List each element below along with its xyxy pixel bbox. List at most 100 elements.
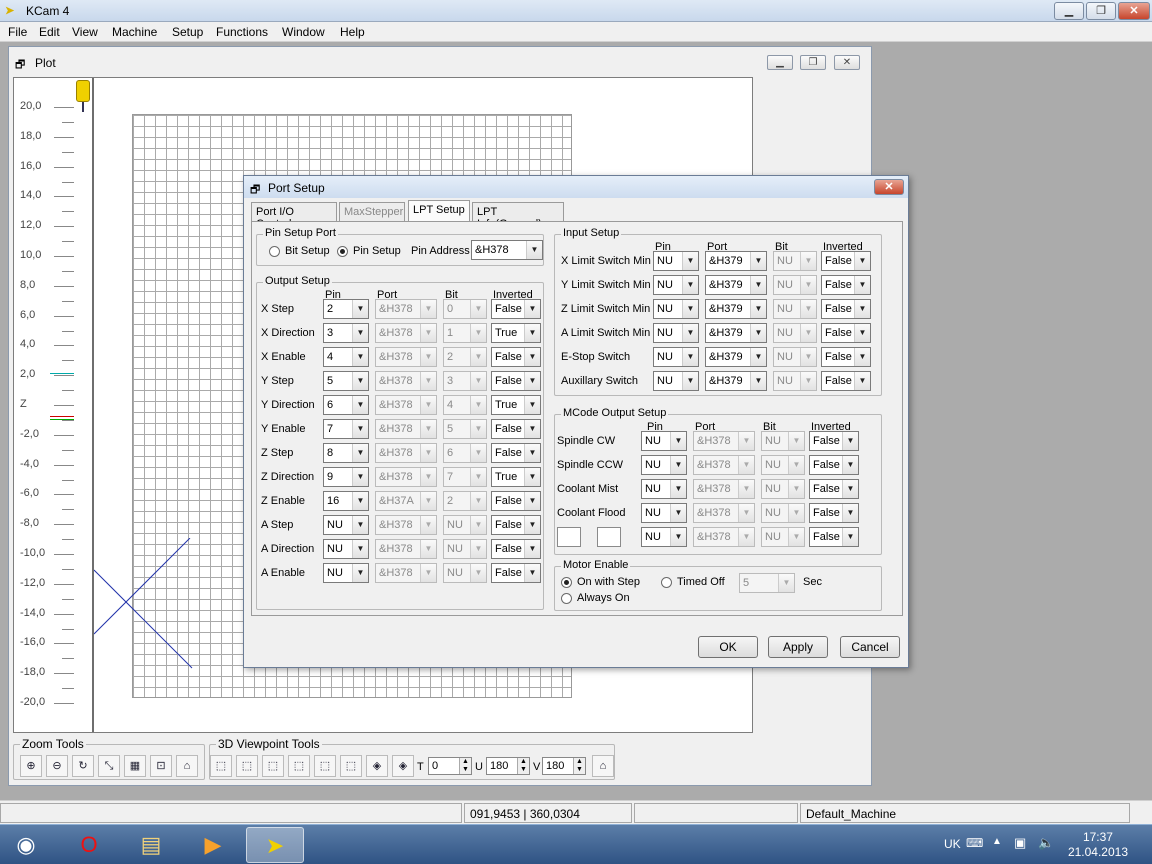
output-inverted-select[interactable]: False ▼	[491, 371, 541, 391]
input-pin-select[interactable]: NU ▼	[653, 323, 699, 343]
input-port-select[interactable]: &H379 ▼	[705, 323, 767, 343]
menu-view[interactable]: View	[72, 25, 98, 39]
input-bit-select[interactable]: NU ▼	[773, 347, 817, 367]
mcode-inverted-select[interactable]: False ▼	[809, 503, 859, 523]
output-pin-select[interactable]: NU ▼	[323, 539, 369, 559]
output-bit-select[interactable]: 4 ▼	[443, 395, 487, 415]
menu-functions[interactable]: Functions	[216, 25, 268, 39]
volume-icon[interactable]: 🔈	[1038, 835, 1054, 851]
minimize-button[interactable]: ▁	[1054, 2, 1084, 20]
output-bit-select[interactable]: 6 ▼	[443, 443, 487, 463]
keyboard-icon[interactable]: ⌨	[966, 836, 983, 850]
output-inverted-select[interactable]: True ▼	[491, 323, 541, 343]
mcode-pin-select[interactable]: NU ▼	[641, 455, 687, 475]
output-pin-select[interactable]: 4 ▼	[323, 347, 369, 367]
dialog-close-button[interactable]: ✕	[874, 179, 904, 195]
input-pin-select[interactable]: NU ▼	[653, 371, 699, 391]
input-inverted-select[interactable]: False ▼	[821, 347, 871, 367]
plot-minimize-button[interactable]: ▁	[767, 55, 793, 70]
output-bit-select[interactable]: NU ▼	[443, 563, 487, 583]
mcode-bit-select[interactable]: NU ▼	[761, 455, 805, 475]
zoom-out-icon[interactable]: ⊖	[46, 755, 68, 777]
mcode-custom-name-input[interactable]	[597, 527, 621, 547]
output-inverted-select[interactable]: False ▼	[491, 491, 541, 511]
output-pin-select[interactable]: 3 ▼	[323, 323, 369, 343]
input-inverted-select[interactable]: False ▼	[821, 323, 871, 343]
input-bit-select[interactable]: NU ▼	[773, 371, 817, 391]
input-port-select[interactable]: &H379 ▼	[705, 299, 767, 319]
view-bottom-icon[interactable]: ⬚	[340, 755, 362, 777]
mcode-port-select[interactable]: &H378 ▼	[693, 431, 755, 451]
output-port-select[interactable]: &H378 ▼	[375, 323, 437, 343]
menu-window[interactable]: Window	[282, 25, 325, 39]
output-inverted-select[interactable]: True ▼	[491, 467, 541, 487]
always-on-radio[interactable]	[561, 593, 572, 604]
output-port-select[interactable]: &H378 ▼	[375, 467, 437, 487]
mcode-bit-select[interactable]: NU ▼	[761, 503, 805, 523]
cancel-button[interactable]: Cancel	[840, 636, 900, 658]
menu-machine[interactable]: Machine	[112, 25, 157, 39]
output-port-select[interactable]: &H37A ▼	[375, 491, 437, 511]
plot-close-button[interactable]: ✕	[834, 55, 860, 70]
timed-off-radio[interactable]	[661, 577, 672, 588]
output-pin-select[interactable]: 6 ▼	[323, 395, 369, 415]
input-port-select[interactable]: &H379 ▼	[705, 251, 767, 271]
output-port-select[interactable]: &H378 ▼	[375, 299, 437, 319]
mcode-inverted-select[interactable]: False ▼	[809, 431, 859, 451]
output-port-select[interactable]: &H378 ▼	[375, 395, 437, 415]
on-with-step-radio[interactable]	[561, 577, 572, 588]
output-bit-select[interactable]: NU ▼	[443, 515, 487, 535]
input-bit-select[interactable]: NU ▼	[773, 323, 817, 343]
output-port-select[interactable]: &H378 ▼	[375, 347, 437, 367]
output-bit-select[interactable]: 2 ▼	[443, 347, 487, 367]
pin-address-select[interactable]: &H378 ▼	[471, 240, 543, 260]
start-button-icon[interactable]: ◉	[0, 827, 52, 863]
apply-button[interactable]: Apply	[768, 636, 828, 658]
input-pin-select[interactable]: NU ▼	[653, 275, 699, 295]
close-button[interactable]: ✕	[1118, 2, 1150, 20]
file-explorer-icon[interactable]: ▤	[122, 827, 180, 863]
mcode-inverted-select[interactable]: False ▼	[809, 455, 859, 475]
output-bit-select[interactable]: 0 ▼	[443, 299, 487, 319]
input-port-select[interactable]: &H379 ▼	[705, 371, 767, 391]
view-back-icon[interactable]: ⬚	[236, 755, 258, 777]
mcode-port-select[interactable]: &H378 ▼	[693, 503, 755, 523]
view-iso2-icon[interactable]: ◈	[392, 755, 414, 777]
input-bit-select[interactable]: NU ▼	[773, 251, 817, 271]
output-pin-select[interactable]: 8 ▼	[323, 443, 369, 463]
input-inverted-select[interactable]: False ▼	[821, 251, 871, 271]
tab-port-io-controls[interactable]: Port I/O Controls	[251, 202, 337, 230]
input-inverted-select[interactable]: False ▼	[821, 275, 871, 295]
input-pin-select[interactable]: NU ▼	[653, 299, 699, 319]
t-spinner[interactable]: 0 ▲ ▼	[428, 757, 472, 775]
tab-lpt-setup[interactable]: LPT Setup	[408, 200, 470, 222]
zoom-all-icon[interactable]: ▦	[124, 755, 146, 777]
output-bit-select[interactable]: 2 ▼	[443, 491, 487, 511]
view-right-icon[interactable]: ⬚	[288, 755, 310, 777]
zoom-rotate-icon[interactable]: ↻	[72, 755, 94, 777]
mcode-port-select[interactable]: &H378 ▼	[693, 479, 755, 499]
show-hidden-icons-icon[interactable]: ▲	[992, 836, 1002, 847]
input-port-select[interactable]: &H379 ▼	[705, 347, 767, 367]
output-inverted-select[interactable]: False ▼	[491, 443, 541, 463]
tool-marker-icon[interactable]	[76, 80, 90, 102]
input-bit-select[interactable]: NU ▼	[773, 299, 817, 319]
output-port-select[interactable]: &H378 ▼	[375, 443, 437, 463]
view-top-icon[interactable]: ⬚	[314, 755, 336, 777]
pin-setup-radio[interactable]	[337, 246, 348, 257]
zoom-in-icon[interactable]: ⊕	[20, 755, 42, 777]
tab-maxstepper[interactable]: MaxStepper	[339, 202, 405, 222]
output-pin-select[interactable]: NU ▼	[323, 515, 369, 535]
output-port-select[interactable]: &H378 ▼	[375, 563, 437, 583]
menu-help[interactable]: Help	[340, 25, 365, 39]
output-inverted-select[interactable]: False ▼	[491, 419, 541, 439]
menu-edit[interactable]: Edit	[39, 25, 60, 39]
input-inverted-select[interactable]: False ▼	[821, 371, 871, 391]
mcode-port-select[interactable]: &H378 ▼	[693, 527, 755, 547]
output-inverted-select[interactable]: False ▼	[491, 563, 541, 583]
output-pin-select[interactable]: 7 ▼	[323, 419, 369, 439]
output-pin-select[interactable]: 2 ▼	[323, 299, 369, 319]
plot-restore-button[interactable]: ❐	[800, 55, 826, 70]
zoom-window-icon[interactable]: ⊡	[150, 755, 172, 777]
output-inverted-select[interactable]: True ▼	[491, 395, 541, 415]
